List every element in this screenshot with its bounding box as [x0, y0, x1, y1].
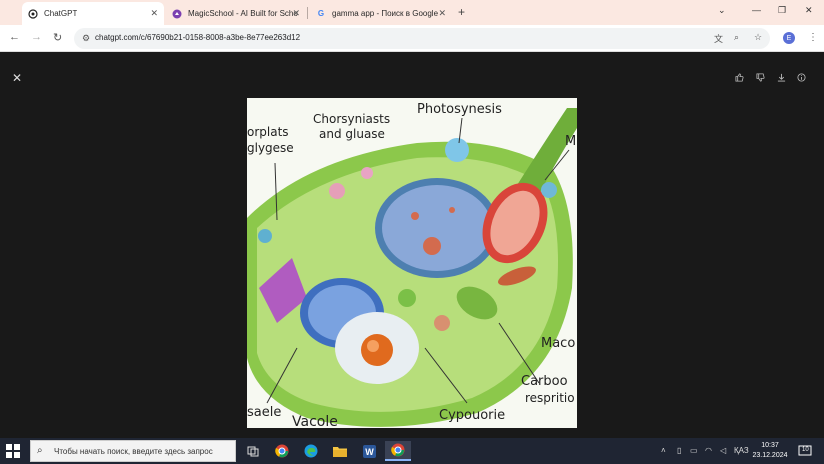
- label-left-1: orplats: [247, 125, 289, 139]
- battery-icon[interactable]: ▭: [690, 446, 698, 455]
- chevron-up-icon[interactable]: ˄: [661, 446, 666, 455]
- clock-time: 10:37: [761, 442, 779, 449]
- address-bar[interactable]: ⚙ chatgpt.com/c/67690b21-0158-8008-a3be-…: [74, 28, 770, 49]
- label-vacuole: Vacole: [292, 414, 338, 428]
- label-respiration: respritio: [525, 391, 575, 405]
- browser-tab-bar: ChatGPT ✕ MagicSchool - AI Built for Sch…: [0, 0, 824, 25]
- wifi-icon[interactable]: ◠: [705, 446, 712, 455]
- windows-taskbar: ⌕ Чтобы начать поиск, введите здесь запр…: [0, 438, 824, 464]
- notification-icon[interactable]: 10: [798, 444, 812, 458]
- taskbar-search-placeholder: Чтобы начать поиск, введите здесь запрос: [54, 447, 213, 456]
- tab-title: ChatGPT: [44, 9, 78, 18]
- svg-text:W: W: [365, 447, 374, 457]
- dislike-icon[interactable]: [756, 73, 765, 84]
- label-chloroplasts: Chorsyniasts: [313, 112, 391, 126]
- chrome-taskbar-icon[interactable]: [269, 441, 295, 461]
- label-bottom-left: saele: [247, 405, 282, 420]
- tab-title: MagicSchool - AI Built for Scho: [188, 9, 298, 18]
- site-info-icon[interactable]: ⚙: [82, 33, 90, 44]
- translate-icon[interactable]: 文: [714, 32, 723, 45]
- chrome-active-taskbar-icon[interactable]: [385, 441, 411, 461]
- system-clock[interactable]: 10:37 23.12.2024: [750, 441, 790, 461]
- tray-app-icon[interactable]: ▯: [677, 446, 681, 455]
- more-menu-icon[interactable]: ⋮: [808, 32, 818, 43]
- tab-close-icon[interactable]: ✕: [292, 8, 300, 19]
- label-left-2: glygese: [247, 141, 294, 155]
- notification-count: 10: [802, 447, 809, 453]
- bookmark-star-icon[interactable]: ☆: [754, 32, 762, 43]
- like-icon[interactable]: [735, 73, 744, 84]
- profile-avatar[interactable]: E: [783, 32, 795, 44]
- tab-close-icon[interactable]: ✕: [150, 8, 158, 19]
- label-photosynthesis: Photosynesis: [417, 102, 502, 117]
- windows-start-icon[interactable]: [6, 444, 20, 458]
- tab-magicschool[interactable]: MagicSchool - AI Built for Scho ✕: [166, 2, 306, 25]
- tab-chatgpt[interactable]: ChatGPT ✕: [22, 2, 164, 25]
- new-tab-button[interactable]: +: [458, 5, 465, 19]
- label-right-top: M: [565, 134, 577, 149]
- tab-close-icon[interactable]: ✕: [438, 8, 446, 19]
- edge-taskbar-icon[interactable]: [298, 441, 324, 461]
- google-icon: G: [317, 9, 325, 18]
- minimize-button[interactable]: —: [752, 5, 761, 15]
- search-icon: ⌕: [37, 445, 43, 456]
- label-carbon: Carboo: [521, 374, 568, 389]
- download-icon[interactable]: [777, 73, 786, 84]
- label-right-mid: Maco: [541, 336, 576, 351]
- info-icon[interactable]: [797, 73, 806, 84]
- browser-toolbar: ← → ↻ ⚙ chatgpt.com/c/67690b21-0158-8008…: [0, 25, 824, 52]
- volume-icon[interactable]: ◁: [720, 446, 726, 455]
- label-bottom-right: Cypouorie: [439, 408, 506, 423]
- tab-google[interactable]: G gamma app - Поиск в Google ✕: [310, 2, 452, 25]
- taskbar-search-input[interactable]: ⌕ Чтобы начать поиск, введите здесь запр…: [30, 440, 236, 462]
- chatgpt-icon: [28, 8, 38, 19]
- generated-cell-image: Photosynesis Chorsyniasts and gluase orp…: [247, 98, 577, 428]
- back-arrow-icon[interactable]: ←: [9, 31, 20, 43]
- label-glucose: and gluase: [319, 127, 385, 141]
- tab-title: gamma app - Поиск в Google: [332, 9, 439, 18]
- image-viewer: ✕ Photosynesis Chorsyniasts and gluase o…: [0, 52, 824, 438]
- file-explorer-icon[interactable]: [327, 441, 353, 461]
- task-view-icon[interactable]: [240, 441, 266, 461]
- close-window-button[interactable]: ✕: [805, 5, 813, 16]
- word-taskbar-icon[interactable]: W: [356, 441, 382, 461]
- tab-search-icon[interactable]: ⌄: [718, 5, 726, 16]
- tab-separator: [307, 7, 308, 19]
- close-viewer-button[interactable]: ✕: [12, 71, 22, 85]
- reload-icon[interactable]: ↻: [53, 31, 62, 44]
- language-indicator[interactable]: ҚАЗ: [734, 446, 749, 455]
- clock-date: 23.12.2024: [752, 452, 788, 459]
- magicschool-icon: [172, 9, 182, 19]
- maximize-button[interactable]: ❐: [778, 5, 786, 16]
- forward-arrow-icon[interactable]: →: [31, 31, 42, 43]
- zoom-icon[interactable]: ⌕: [734, 32, 739, 43]
- url-text[interactable]: chatgpt.com/c/67690b21-0158-8008-a3be-8e…: [95, 33, 300, 42]
